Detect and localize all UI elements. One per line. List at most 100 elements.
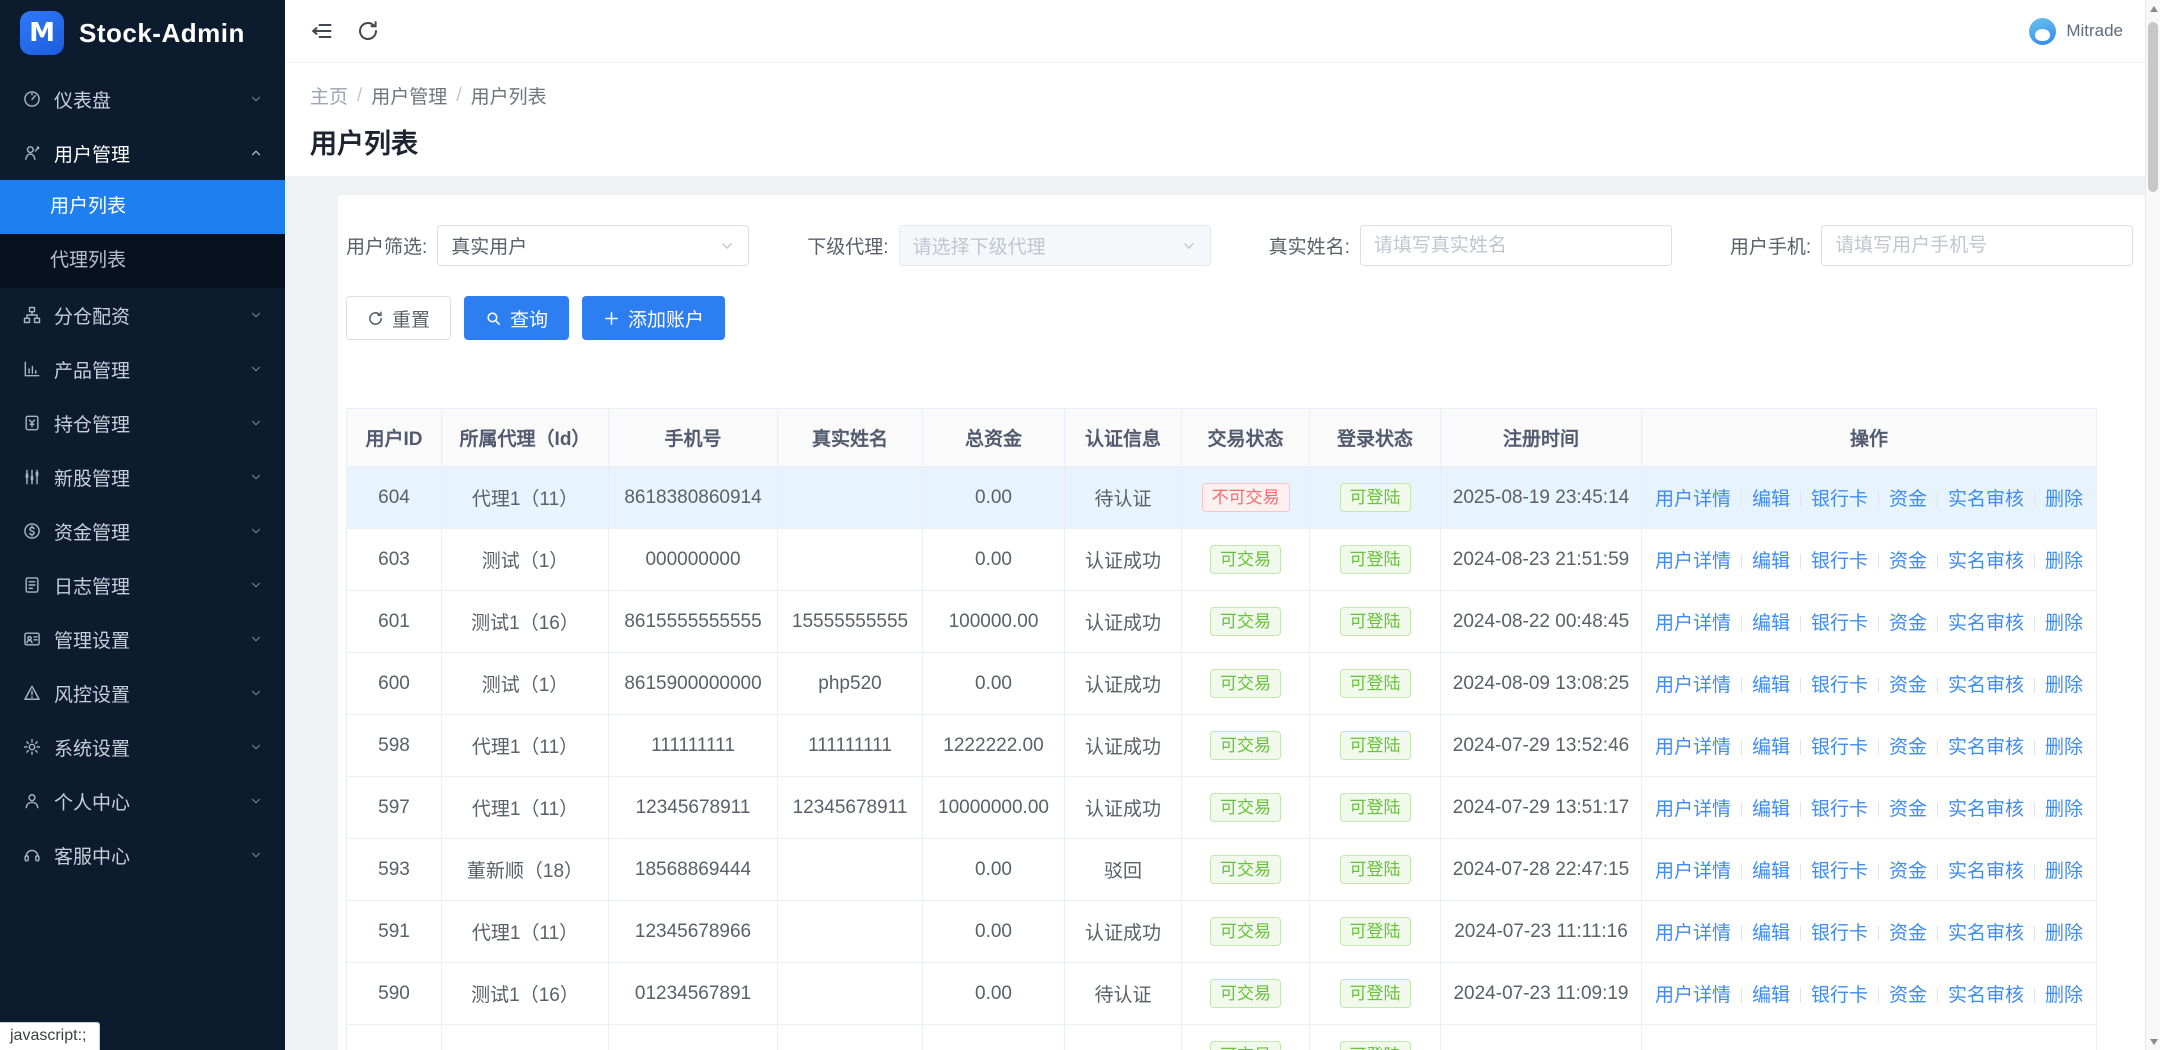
action-link-6[interactable]: 删除 — [2045, 923, 2083, 944]
action-link-1[interactable]: 用户详情 — [1655, 799, 1731, 820]
action-link-6[interactable]: 删除 — [2045, 551, 2083, 572]
action-link-5[interactable]: 实名审核 — [1948, 613, 2024, 634]
cell-real-name: php520 — [777, 652, 923, 715]
action-link-2[interactable]: 编辑 — [1752, 799, 1790, 820]
action-link-2[interactable]: 编辑 — [1752, 613, 1790, 634]
sub-agent-select[interactable]: 请选择下级代理 — [898, 225, 1211, 266]
action-link-1[interactable]: 用户详情 — [1655, 737, 1731, 758]
menu-fold-icon[interactable] — [310, 19, 334, 43]
sidebar-item-label: 资金管理 — [54, 522, 131, 544]
sidebar-item-personal-center[interactable]: 个人中心 — [0, 774, 285, 828]
user-phone-input[interactable] — [1821, 225, 2134, 266]
cell-funds: 0.00 — [922, 652, 1065, 715]
sidebar-item-funds-management[interactable]: 资金管理 — [0, 504, 285, 558]
vertical-scrollbar[interactable] — [2145, 0, 2160, 1050]
sidebar-item-system-settings[interactable]: 系统设置 — [0, 720, 285, 774]
user-menu[interactable]: Mitrade — [2029, 17, 2123, 45]
action-link-2[interactable]: 编辑 — [1752, 489, 1790, 510]
action-link-5[interactable]: 实名审核 — [1948, 985, 2024, 1006]
cell-real-name — [777, 900, 923, 963]
action-link-5[interactable]: 实名审核 — [1948, 489, 2024, 510]
action-link-1[interactable]: 用户详情 — [1655, 861, 1731, 882]
query-button[interactable]: 查询 — [464, 296, 570, 340]
reset-button[interactable]: 重置 — [346, 296, 452, 340]
action-link-6[interactable]: 删除 — [2045, 985, 2083, 1006]
action-link-1[interactable]: 用户详情 — [1655, 551, 1731, 572]
action-link-6[interactable]: 删除 — [2045, 675, 2083, 696]
action-link-4[interactable]: 资金 — [1889, 923, 1927, 944]
action-link-3[interactable]: 银行卡 — [1811, 985, 1868, 1006]
action-link-4[interactable]: 资金 — [1889, 985, 1927, 1006]
action-link-3[interactable]: 银行卡 — [1811, 551, 1868, 572]
action-link-4[interactable]: 资金 — [1889, 799, 1927, 820]
action-separator — [1878, 988, 1879, 1003]
sidebar-item-product-management[interactable]: 产品管理 — [0, 342, 285, 396]
action-link-3[interactable]: 银行卡 — [1811, 737, 1868, 758]
action-link-2[interactable]: 编辑 — [1752, 861, 1790, 882]
action-link-2[interactable]: 编辑 — [1752, 985, 1790, 1006]
action-link-2[interactable]: 编辑 — [1752, 675, 1790, 696]
add-account-button[interactable]: 添加账户 — [582, 296, 726, 340]
action-separator — [1799, 864, 1801, 879]
table-header-cell: 总资金 — [922, 408, 1065, 467]
action-link-5[interactable]: 实名审核 — [1948, 551, 2024, 572]
action-link-1[interactable]: 用户详情 — [1655, 675, 1731, 696]
action-separator — [1937, 678, 1939, 693]
sidebar-subitem-user-list[interactable]: 用户列表 — [0, 180, 285, 234]
action-link-4[interactable]: 资金 — [1889, 551, 1927, 572]
login-status-badge: 可登陆 — [1339, 854, 1411, 885]
action-link-5[interactable]: 实名审核 — [1948, 737, 2024, 758]
cell-id — [346, 1024, 442, 1050]
action-link-4[interactable]: 资金 — [1889, 737, 1927, 758]
scrollbar-up-arrow-icon[interactable] — [2146, 1, 2160, 16]
action-link-5[interactable]: 实名审核 — [1948, 861, 2024, 882]
sidebar-item-risk-settings[interactable]: 风控设置 — [0, 666, 285, 720]
action-link-3[interactable]: 银行卡 — [1811, 923, 1868, 944]
cell-id: 598 — [346, 714, 442, 777]
action-link-6[interactable]: 删除 — [2045, 799, 2083, 820]
action-link-5[interactable]: 实名审核 — [1948, 675, 2024, 696]
action-link-3[interactable]: 银行卡 — [1811, 861, 1868, 882]
action-link-6[interactable]: 删除 — [2045, 737, 2083, 758]
action-link-6[interactable]: 删除 — [2045, 861, 2083, 882]
action-link-1[interactable]: 用户详情 — [1655, 613, 1731, 634]
sidebar-item-admin-settings[interactable]: 管理设置 — [0, 612, 285, 666]
sidebar-item-new-stock-management[interactable]: 新股管理 — [0, 450, 285, 504]
action-link-3[interactable]: 银行卡 — [1811, 489, 1868, 510]
action-link-3[interactable]: 银行卡 — [1811, 613, 1868, 634]
action-link-4[interactable]: 资金 — [1889, 675, 1927, 696]
user-type-select[interactable]: 真实用户 — [437, 225, 750, 266]
cell-register-time: 2024-07-28 22:47:15 — [1440, 838, 1642, 901]
sidebar-item-service-center[interactable]: 客服中心 — [0, 828, 285, 882]
action-link-4[interactable]: 资金 — [1889, 861, 1927, 882]
action-link-4[interactable]: 资金 — [1889, 613, 1927, 634]
sidebar-item-warehouse-allocation[interactable]: 分仓配资 — [0, 288, 285, 342]
real-name-input[interactable] — [1359, 225, 1672, 266]
action-link-4[interactable]: 资金 — [1889, 489, 1927, 510]
action-link-1[interactable]: 用户详情 — [1655, 985, 1731, 1006]
refresh-icon[interactable] — [356, 19, 380, 43]
breadcrumb-home[interactable]: 主页 — [310, 82, 348, 109]
action-link-2[interactable]: 编辑 — [1752, 923, 1790, 944]
filter-real-name: 真实姓名: — [1269, 225, 1672, 266]
action-link-1[interactable]: 用户详情 — [1655, 489, 1731, 510]
sidebar-item-dashboard[interactable]: 仪表盘 — [0, 72, 285, 126]
scrollbar-thumb[interactable] — [2148, 22, 2158, 192]
scrollbar-down-arrow-icon[interactable] — [2146, 1034, 2160, 1049]
action-link-1[interactable]: 用户详情 — [1655, 923, 1731, 944]
action-link-5[interactable]: 实名审核 — [1948, 923, 2024, 944]
trade-status-badge: 可交易 — [1210, 854, 1281, 885]
action-link-3[interactable]: 银行卡 — [1811, 799, 1868, 820]
sidebar-item-user-management[interactable]: 用户管理 — [0, 126, 285, 180]
action-link-2[interactable]: 编辑 — [1752, 737, 1790, 758]
sidebar-item-position-management[interactable]: 持仓管理 — [0, 396, 285, 450]
action-link-3[interactable]: 银行卡 — [1811, 675, 1868, 696]
sidebar-subitem-agent-list[interactable]: 代理列表 — [0, 234, 285, 288]
action-link-5[interactable]: 实名审核 — [1948, 799, 2024, 820]
action-link-2[interactable]: 编辑 — [1752, 551, 1790, 572]
user-table: 用户ID 所属代理（Id） 手机号 真实姓名 总资金 认证信息 交易状态 登录状态 注册时间 操作… — [346, 408, 2097, 1050]
action-link-6[interactable]: 删除 — [2045, 489, 2083, 510]
sidebar-item-log-management[interactable]: 日志管理 — [0, 558, 285, 612]
breadcrumb-user-management[interactable]: 用户管理 — [371, 82, 447, 109]
action-link-6[interactable]: 删除 — [2045, 613, 2083, 634]
